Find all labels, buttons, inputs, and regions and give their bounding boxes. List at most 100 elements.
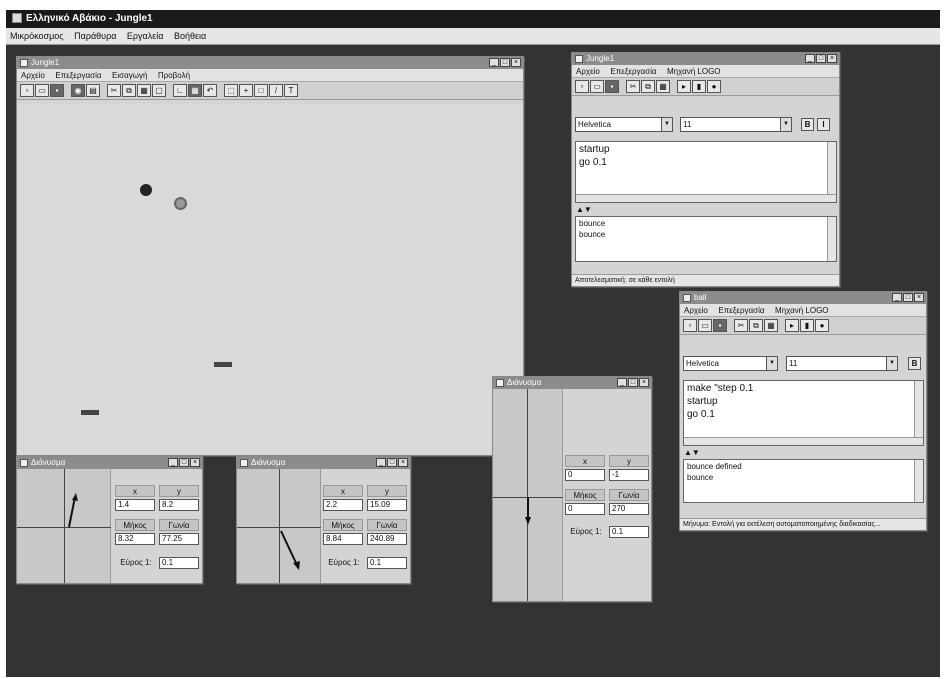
axes-icon[interactable]: ∟ [173,84,187,97]
simulation-canvas[interactable] [17,104,523,455]
print-icon[interactable]: ▤ [86,84,100,97]
menu-microworld[interactable]: Μικρόκοσμος [6,28,68,44]
minimize-button[interactable]: _ [805,54,815,63]
code-editor[interactable]: startup go 0.1 [575,141,837,203]
font-select[interactable]: Helvetica ▼ [683,356,778,371]
scale-field[interactable]: 0.1 [367,557,407,569]
rectangle-icon[interactable]: □ [254,84,268,97]
menu-view[interactable]: Προβολή [154,69,194,82]
y-field[interactable]: 8.2 [159,499,199,511]
maximize-button[interactable]: □ [903,293,913,302]
angle-field[interactable]: 240.89 [367,533,407,545]
scale-field[interactable]: 0.1 [159,557,199,569]
grid-icon[interactable]: ▦ [188,84,202,97]
menu-edit[interactable]: Επεξεργασία [51,69,105,82]
x-field[interactable]: 1.4 [115,499,155,511]
open-folder-icon[interactable]: ▭ [35,84,49,97]
open-folder-icon[interactable]: ▭ [590,80,604,93]
maximize-button[interactable]: □ [628,378,638,387]
menu-file[interactable]: Αρχείο [680,304,712,317]
italic-button[interactable]: I [817,118,830,131]
maximize-button[interactable]: □ [387,458,397,467]
minimize-button[interactable]: _ [168,458,178,467]
output-pane[interactable]: bounce defined bounce [683,459,924,503]
close-button[interactable]: × [398,458,408,467]
code-scrollbar[interactable] [827,142,836,202]
paste-icon[interactable]: ▦ [137,84,151,97]
output-scrollbar[interactable] [827,217,836,261]
stop-icon[interactable]: ● [707,80,721,93]
splitter-arrows-icon[interactable]: ▲▼ [576,206,592,214]
paddle-right[interactable] [214,362,232,367]
minimize-button[interactable]: _ [376,458,386,467]
bold-button[interactable]: B [908,357,921,370]
vector-2-plot[interactable] [237,469,321,583]
undo-icon[interactable]: ↶ [203,84,217,97]
minimize-button[interactable]: _ [617,378,627,387]
angle-field[interactable]: 270 [609,503,649,515]
copy-icon[interactable]: ⧉ [749,319,763,332]
maximize-button[interactable]: □ [816,54,826,63]
cut-icon[interactable]: ✂ [626,80,640,93]
add-object-icon[interactable]: + [239,84,253,97]
length-field[interactable]: 0 [565,503,605,515]
menu-file[interactable]: Αρχείο [17,69,49,82]
menu-logo-engine[interactable]: Μηχανή LOGO [771,304,833,317]
code-editor[interactable]: make "step 0.1 startup go 0.1 [683,380,924,446]
menu-help[interactable]: Βοήθεια [170,28,210,44]
step-icon[interactable]: ▮ [800,319,814,332]
black-ball[interactable] [140,184,152,196]
paste-icon[interactable]: ▦ [764,319,778,332]
maximize-button[interactable]: □ [179,458,189,467]
select-icon[interactable]: ⬚ [224,84,238,97]
y-field[interactable]: 15.09 [367,499,407,511]
minimize-button[interactable]: _ [489,58,499,67]
menu-tools[interactable]: Εργαλεία [123,28,168,44]
close-button[interactable]: × [511,58,521,67]
splitter-arrows-icon[interactable]: ▲▼ [684,449,700,457]
menu-insert[interactable]: Εισαγωγή [108,69,151,82]
menu-windows[interactable]: Παράθυρα [70,28,120,44]
vector-3-plot[interactable] [493,389,563,601]
paste-icon[interactable]: ▦ [656,80,670,93]
save-icon[interactable]: ▪ [713,319,727,332]
stop-icon[interactable]: ● [815,319,829,332]
close-button[interactable]: × [639,378,649,387]
cut-icon[interactable]: ✂ [734,319,748,332]
code-hscrollbar[interactable] [576,194,836,202]
frame-icon[interactable]: ▢ [152,84,166,97]
new-file-icon[interactable]: ▫ [20,84,34,97]
step-icon[interactable]: ▮ [692,80,706,93]
font-select[interactable]: Helvetica ▼ [575,117,673,132]
close-button[interactable]: × [190,458,200,467]
text-icon[interactable]: T [284,84,298,97]
save-icon[interactable]: ▪ [50,84,64,97]
minimize-button[interactable]: _ [892,293,902,302]
new-file-icon[interactable]: ▫ [683,319,697,332]
y-field[interactable]: -1 [609,469,649,481]
size-select[interactable]: 11 ▼ [680,117,792,132]
code-scrollbar[interactable] [914,381,923,445]
gray-ball[interactable] [174,197,187,210]
paddle-left[interactable] [81,410,99,415]
vector-1-plot[interactable] [17,469,111,583]
code-hscrollbar[interactable] [684,437,923,445]
run-icon[interactable]: ▸ [677,80,691,93]
scale-field[interactable]: 0.1 [609,526,649,538]
save-icon[interactable]: ▪ [605,80,619,93]
length-field[interactable]: 8.32 [115,533,155,545]
maximize-button[interactable]: □ [500,58,510,67]
new-file-icon[interactable]: ▫ [575,80,589,93]
menu-file[interactable]: Αρχείο [572,65,604,78]
size-select[interactable]: 11 ▼ [786,356,898,371]
close-button[interactable]: × [827,54,837,63]
angle-field[interactable]: 77.25 [159,533,199,545]
x-field[interactable]: 0 [565,469,605,481]
menu-edit[interactable]: Επεξεργασία [714,304,768,317]
copy-icon[interactable]: ⧉ [641,80,655,93]
bold-button[interactable]: B [801,118,814,131]
output-scrollbar[interactable] [914,460,923,502]
camera-icon[interactable]: ◉ [71,84,85,97]
cut-icon[interactable]: ✂ [107,84,121,97]
menu-edit[interactable]: Επεξεργασία [606,65,660,78]
